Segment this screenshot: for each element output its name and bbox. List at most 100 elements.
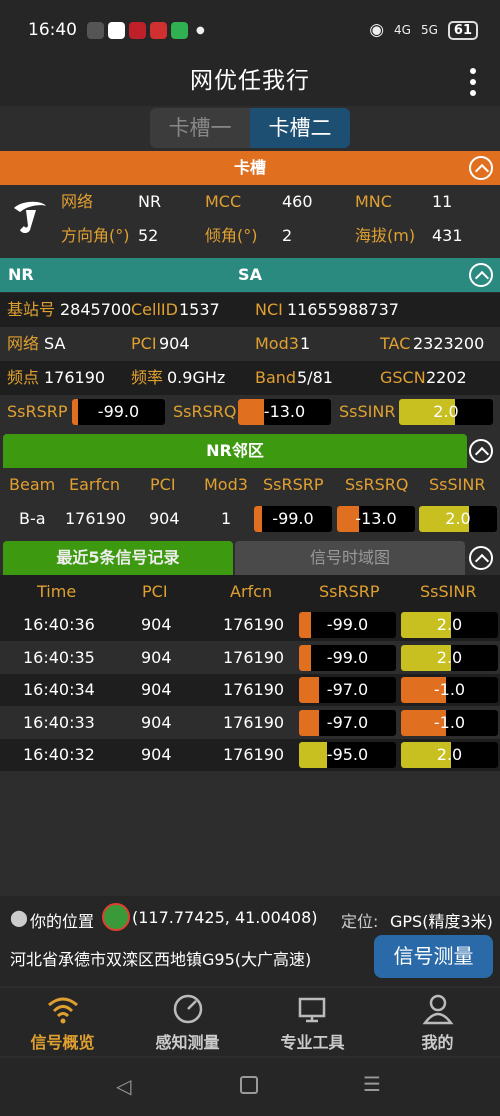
positioning-label: 定位: [341,912,379,931]
col-header: Mod3 [204,475,248,494]
pci-cell: 904 [141,615,172,634]
sim-section-header[interactable]: 卡槽 [0,151,500,185]
sinr-value: 2.0 [433,402,459,421]
tab-recent-records[interactable]: 最近5条信号记录 [3,541,233,575]
nci-label: NCI [255,300,283,319]
nav-item-tools[interactable]: 专业工具 [250,988,375,1056]
sinr-cell: 2.0 [436,745,463,764]
sim-header-label: 卡槽 [233,158,266,177]
tilt-label: 倾角(°) [205,226,258,245]
page-title: 网优任我行 [190,68,310,94]
network-value: NR [138,192,162,211]
band-label: Band [255,368,297,387]
mcc-label: MCC [205,192,242,211]
wechat-icon [87,21,104,39]
app-icon [150,21,167,39]
nav-label: 专业工具 [280,1033,345,1052]
arfcn-value: 176190 [44,368,106,387]
freq-value: 0.9GHz [167,368,226,387]
mnc-value: 11 [432,192,453,211]
nav-item-me[interactable]: 我的 [375,988,500,1056]
nr-header-label: NR [8,265,34,284]
rsrq-cell: -13.0 [355,509,397,528]
pci-cell: 904 [141,647,172,667]
time-cell: 16:40:32 [23,745,95,764]
rsrp-meter: -99.0 [254,506,332,532]
cellid-label: CellID [131,300,178,319]
neighbor-section-header[interactable]: NR邻区 [3,434,467,468]
pci-cell: 904 [141,745,172,764]
nav-label: 信号概览 [30,1033,95,1052]
pci-cell: 904 [149,509,180,528]
arfcn-cell: 176190 [223,647,285,667]
collapse-icon[interactable] [469,263,493,287]
pci-value: 904 [159,334,190,353]
recents-icon[interactable]: ☰ [363,1072,381,1096]
collapse-icon[interactable] [469,439,493,463]
pci-label: PCI [131,334,157,353]
tac-value: 2323200 [413,334,485,353]
location-icon: ◉ [369,20,385,40]
time-cell: 16:40:35 [23,647,95,667]
rsrp-cell: -97.0 [326,712,369,732]
tab-slot-1[interactable]: 卡槽一 [150,108,250,148]
table-row: 16:40:33 904 176190 -97.0 -1.0 [0,706,500,739]
rsrp-meter: -97.0 [299,677,396,703]
gnb-label: 基站号 [7,300,56,319]
sinr-meter: 2.0 [401,644,498,671]
arfcn-cell: 176190 [223,615,285,634]
status-time: 16:40 [28,20,77,40]
sinr-meter: 2.0 [399,399,493,425]
app-icon [129,21,146,39]
col-header: PCI [150,475,176,494]
collapse-icon[interactable] [469,156,493,180]
col-header: Time [37,582,77,601]
more-menu-icon[interactable] [470,68,476,96]
system-nav-bar: ◁ ☰ [0,1058,500,1116]
monitor-icon [298,997,325,1023]
nav-item-measure[interactable]: 感知测量 [125,988,250,1056]
table-row: 16:40:34 904 176190 -97.0 -1.0 [0,674,500,706]
col-header: Earfcn [69,475,121,494]
signal-measure-button[interactable]: 信号测量 [374,935,493,978]
neighbor-header-label: NR邻区 [206,441,264,460]
sinr-cell: 2.0 [436,647,463,667]
col-header: SsSINR [429,475,486,494]
mcc-value: 460 [282,192,313,211]
sim-row-1: 网络 NR MCC 460 MNC 11 [0,185,500,219]
tab-label: 最近5条信号记录 [56,548,180,567]
signal-4g-icon: 4G [394,23,411,37]
network-label: 网络 [61,192,94,211]
mod3-label: Mod3 [255,334,299,353]
arfcn-cell: 176190 [223,745,285,764]
nav-item-overview[interactable]: 信号概览 [0,988,125,1056]
app-bar: 网优任我行 [0,60,500,106]
collapse-icon[interactable] [469,546,493,570]
back-icon[interactable]: ◁ [116,1074,131,1098]
pci-cell: 904 [141,680,172,699]
home-icon[interactable] [240,1076,258,1094]
col-header: Arfcn [230,582,273,601]
app-root: 16:40 ● ◉ 4G 5G 61 网优任我行 卡槽一 卡槽二 卡槽 网络 N… [0,0,500,1116]
tab-slot-2[interactable]: 卡槽二 [250,108,350,148]
map-icon[interactable] [102,903,130,931]
rsrp-cell: -99.0 [326,615,369,634]
nr-row-1: 基站号 2845700 CellID 1537 NCI 11655988737 [0,293,500,327]
gnb-value: 2845700 [60,300,132,319]
gscn-value: 2202 [426,368,467,387]
tab-time-domain[interactable]: 信号时域图 [235,541,465,575]
neighbor-table-header: Beam Earfcn PCI Mod3 SsRSRP SsRSRQ SsSIN… [0,468,500,502]
bottom-nav: 信号概览 感知测量 专业工具 我的 [0,988,500,1056]
col-header: SsRSRP [319,582,380,601]
sinr-label: SsSINR [339,402,396,421]
col-header: Beam [9,475,56,494]
gscn-label: GSCN [380,368,426,387]
time-cell: 16:40:34 [23,680,95,699]
wifi-icon [47,997,78,1024]
beam-cell: B-a [19,509,46,528]
location-label: 你的位置 [30,912,95,931]
nr-section-header[interactable]: NR SA [0,258,500,292]
net-label: 网络 [7,334,40,353]
sinr-meter: -1.0 [401,709,498,736]
sinr-cell: 2.0 [445,509,471,528]
